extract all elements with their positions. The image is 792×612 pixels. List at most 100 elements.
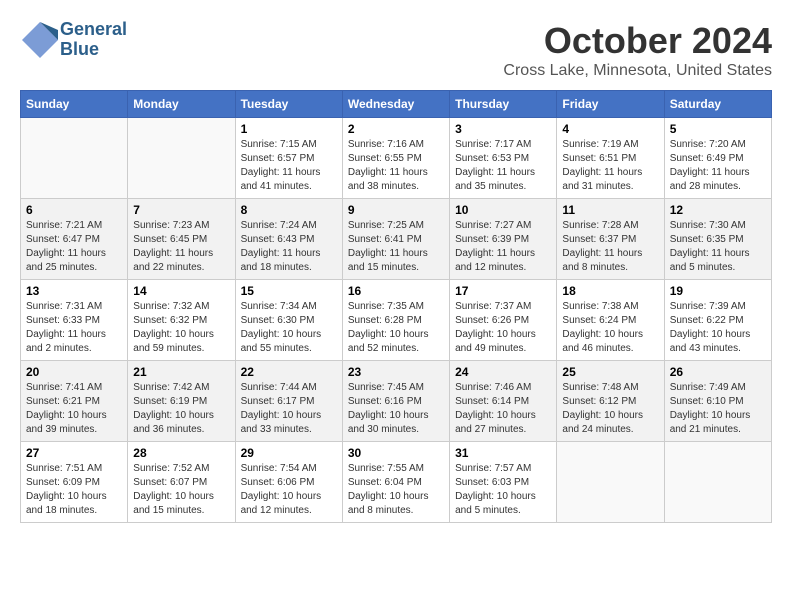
weekday-header-row: SundayMondayTuesdayWednesdayThursdayFrid…: [21, 91, 772, 118]
calendar-cell: 7 Sunrise: 7:23 AMSunset: 6:45 PMDaylight…: [128, 199, 235, 280]
day-detail: Sunrise: 7:21 AMSunset: 6:47 PMDaylight:…: [26, 219, 122, 275]
day-number: 16: [348, 284, 444, 298]
day-number: 23: [348, 365, 444, 379]
day-number: 27: [26, 446, 122, 460]
day-number: 7: [133, 203, 229, 217]
calendar-cell: 31 Sunrise: 7:57 AMSunset: 6:03 PMDayligh…: [450, 442, 557, 523]
day-detail: Sunrise: 7:16 AMSunset: 6:55 PMDaylight:…: [348, 138, 444, 194]
day-number: 4: [562, 122, 658, 136]
week-row-4: 20Sunrise: 7:41 AMSunset: 6:21 PMDayligh…: [21, 361, 772, 442]
day-detail: Sunrise: 7:31 AMSunset: 6:33 PMDaylight:…: [26, 300, 122, 356]
day-detail: Sunrise: 7:19 AMSunset: 6:51 PMDaylight:…: [562, 138, 658, 194]
calendar-cell: 23 Sunrise: 7:45 AMSunset: 6:16 PMDayligh…: [342, 361, 449, 442]
day-number: 26: [670, 365, 766, 379]
weekday-header-thursday: Thursday: [450, 91, 557, 118]
day-detail: Sunrise: 7:57 AMSunset: 6:03 PMDaylight:…: [455, 462, 551, 518]
weekday-header-sunday: Sunday: [21, 91, 128, 118]
calendar-cell: 2 Sunrise: 7:16 AMSunset: 6:55 PMDaylight…: [342, 118, 449, 199]
day-detail: Sunrise: 7:34 AMSunset: 6:30 PMDaylight:…: [241, 300, 337, 356]
weekday-header-tuesday: Tuesday: [235, 91, 342, 118]
title-area: October 2024 Cross Lake, Minnesota, Unit…: [503, 20, 772, 80]
calendar-cell: 22 Sunrise: 7:44 AMSunset: 6:17 PMDayligh…: [235, 361, 342, 442]
day-number: 6: [26, 203, 122, 217]
calendar-cell: 3 Sunrise: 7:17 AMSunset: 6:53 PMDaylight…: [450, 118, 557, 199]
day-detail: Sunrise: 7:52 AMSunset: 6:07 PMDaylight:…: [133, 462, 229, 518]
logo-icon: [20, 20, 60, 60]
day-detail: Sunrise: 7:27 AMSunset: 6:39 PMDaylight:…: [455, 219, 551, 275]
day-detail: Sunrise: 7:25 AMSunset: 6:41 PMDaylight:…: [348, 219, 444, 275]
calendar-cell: 1 Sunrise: 7:15 AMSunset: 6:57 PMDaylight…: [235, 118, 342, 199]
day-number: 17: [455, 284, 551, 298]
day-detail: Sunrise: 7:45 AMSunset: 6:16 PMDaylight:…: [348, 381, 444, 437]
day-number: 10: [455, 203, 551, 217]
calendar-cell: 10 Sunrise: 7:27 AMSunset: 6:39 PMDayligh…: [450, 199, 557, 280]
day-detail: Sunrise: 7:28 AMSunset: 6:37 PMDaylight:…: [562, 219, 658, 275]
calendar-cell: 5 Sunrise: 7:20 AMSunset: 6:49 PMDaylight…: [664, 118, 771, 199]
day-number: 29: [241, 446, 337, 460]
weekday-header-monday: Monday: [128, 91, 235, 118]
calendar-cell: 9 Sunrise: 7:25 AMSunset: 6:41 PMDaylight…: [342, 199, 449, 280]
day-number: 22: [241, 365, 337, 379]
calendar-cell: 27Sunrise: 7:51 AMSunset: 6:09 PMDayligh…: [21, 442, 128, 523]
weekday-header-saturday: Saturday: [664, 91, 771, 118]
calendar-cell: 11 Sunrise: 7:28 AMSunset: 6:37 PMDayligh…: [557, 199, 664, 280]
day-number: 15: [241, 284, 337, 298]
week-row-2: 6 Sunrise: 7:21 AMSunset: 6:47 PMDaylight…: [21, 199, 772, 280]
calendar-cell: 21 Sunrise: 7:42 AMSunset: 6:19 PMDayligh…: [128, 361, 235, 442]
calendar-cell: [21, 118, 128, 199]
day-detail: Sunrise: 7:44 AMSunset: 6:17 PMDaylight:…: [241, 381, 337, 437]
day-number: 9: [348, 203, 444, 217]
calendar-cell: 30Sunrise: 7:55 AMSunset: 6:04 PMDayligh…: [342, 442, 449, 523]
day-number: 3: [455, 122, 551, 136]
day-detail: Sunrise: 7:41 AMSunset: 6:21 PMDaylight:…: [26, 381, 122, 437]
logo-text: General Blue: [60, 20, 127, 60]
calendar-cell: 16 Sunrise: 7:35 AMSunset: 6:28 PMDayligh…: [342, 280, 449, 361]
day-number: 5: [670, 122, 766, 136]
location-title: Cross Lake, Minnesota, United States: [503, 62, 772, 80]
calendar-cell: 8 Sunrise: 7:24 AMSunset: 6:43 PMDaylight…: [235, 199, 342, 280]
week-row-3: 13Sunrise: 7:31 AMSunset: 6:33 PMDayligh…: [21, 280, 772, 361]
calendar-cell: 12Sunrise: 7:30 AMSunset: 6:35 PMDayligh…: [664, 199, 771, 280]
calendar-cell: 28Sunrise: 7:52 AMSunset: 6:07 PMDayligh…: [128, 442, 235, 523]
weekday-header-friday: Friday: [557, 91, 664, 118]
day-detail: Sunrise: 7:17 AMSunset: 6:53 PMDaylight:…: [455, 138, 551, 194]
calendar-cell: 14 Sunrise: 7:32 AMSunset: 6:32 PMDayligh…: [128, 280, 235, 361]
month-title: October 2024: [503, 20, 772, 62]
day-number: 25: [562, 365, 658, 379]
day-number: 31: [455, 446, 551, 460]
day-detail: Sunrise: 7:46 AMSunset: 6:14 PMDaylight:…: [455, 381, 551, 437]
day-detail: Sunrise: 7:48 AMSunset: 6:12 PMDaylight:…: [562, 381, 658, 437]
day-number: 30: [348, 446, 444, 460]
day-detail: Sunrise: 7:42 AMSunset: 6:19 PMDaylight:…: [133, 381, 229, 437]
calendar-cell: 6 Sunrise: 7:21 AMSunset: 6:47 PMDaylight…: [21, 199, 128, 280]
day-number: 14: [133, 284, 229, 298]
calendar-cell: 15 Sunrise: 7:34 AMSunset: 6:30 PMDayligh…: [235, 280, 342, 361]
calendar-cell: 20Sunrise: 7:41 AMSunset: 6:21 PMDayligh…: [21, 361, 128, 442]
day-detail: Sunrise: 7:35 AMSunset: 6:28 PMDaylight:…: [348, 300, 444, 356]
day-number: 1: [241, 122, 337, 136]
header: General Blue October 2024 Cross Lake, Mi…: [20, 20, 772, 80]
calendar-table: SundayMondayTuesdayWednesdayThursdayFrid…: [20, 90, 772, 523]
day-number: 18: [562, 284, 658, 298]
day-number: 11: [562, 203, 658, 217]
day-detail: Sunrise: 7:37 AMSunset: 6:26 PMDaylight:…: [455, 300, 551, 356]
week-row-5: 27Sunrise: 7:51 AMSunset: 6:09 PMDayligh…: [21, 442, 772, 523]
calendar-cell: 29Sunrise: 7:54 AMSunset: 6:06 PMDayligh…: [235, 442, 342, 523]
day-detail: Sunrise: 7:15 AMSunset: 6:57 PMDaylight:…: [241, 138, 337, 194]
day-detail: Sunrise: 7:24 AMSunset: 6:43 PMDaylight:…: [241, 219, 337, 275]
day-detail: Sunrise: 7:30 AMSunset: 6:35 PMDaylight:…: [670, 219, 766, 275]
day-detail: Sunrise: 7:20 AMSunset: 6:49 PMDaylight:…: [670, 138, 766, 194]
calendar-cell: [557, 442, 664, 523]
day-number: 2: [348, 122, 444, 136]
calendar-cell: 25 Sunrise: 7:48 AMSunset: 6:12 PMDayligh…: [557, 361, 664, 442]
day-detail: Sunrise: 7:49 AMSunset: 6:10 PMDaylight:…: [670, 381, 766, 437]
day-number: 19: [670, 284, 766, 298]
logo-area: General Blue: [20, 20, 127, 60]
day-number: 8: [241, 203, 337, 217]
calendar-cell: 26 Sunrise: 7:49 AMSunset: 6:10 PMDayligh…: [664, 361, 771, 442]
day-number: 21: [133, 365, 229, 379]
weekday-header-wednesday: Wednesday: [342, 91, 449, 118]
day-detail: Sunrise: 7:23 AMSunset: 6:45 PMDaylight:…: [133, 219, 229, 275]
calendar-cell: 18Sunrise: 7:38 AMSunset: 6:24 PMDayligh…: [557, 280, 664, 361]
day-detail: Sunrise: 7:32 AMSunset: 6:32 PMDaylight:…: [133, 300, 229, 356]
